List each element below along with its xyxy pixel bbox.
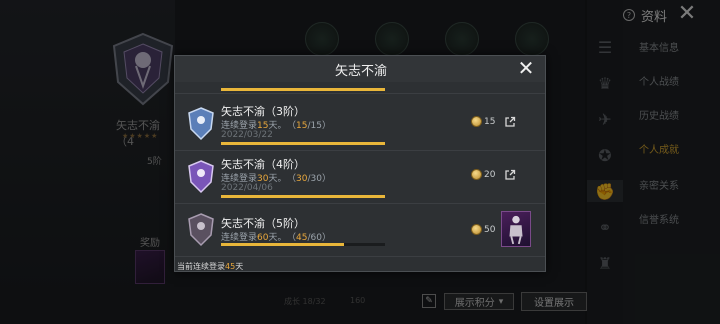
tier-emblem-icon [188,160,214,194]
tier-progress: （15/15） [287,121,331,131]
list-item: 矢志不渝（5阶） 连续登录60天。 （45/60） 50 [175,205,545,257]
share-icon[interactable] [504,116,516,128]
close-icon[interactable]: ✕ [515,57,537,79]
current-streak: 当前连续登录45天 [175,261,545,271]
tier-title: 矢志不渝（5阶） [221,217,305,230]
tier-list[interactable]: 矢志不渝（3阶） 连续登录15天。 （15/15） 2022/03/22 15 … [175,82,545,262]
list-item: 矢志不渝（3阶） 连续登录15天。 （15/15） 2022/03/22 15 [175,99,545,151]
coin-icon [471,169,482,180]
points: 50 [471,224,495,235]
coin-icon [471,224,482,235]
tier-requirement: 连续登录60天。 [221,233,287,243]
outfit-icon [509,215,523,245]
points: 15 [471,116,495,127]
progress-bar [221,195,385,198]
list-item: 矢志不渝（4阶） 连续登录30天。 （30/30） 2022/04/06 20 [175,152,545,204]
share-icon[interactable] [504,169,516,181]
progress-bar [221,243,385,246]
progress-bar [221,88,385,91]
tier-date: 2022/04/06 [221,183,273,193]
tier-emblem-icon [188,107,214,141]
tier-date: 2022/03/22 [221,130,273,140]
tier-title: 矢志不渝（4阶） [221,158,305,171]
list-item [175,82,545,94]
reward-thumbnail[interactable] [501,211,531,247]
progress-bar [221,142,385,145]
tier-progress: （45/60） [287,233,331,243]
coin-icon [471,116,482,127]
achievement-tiers-dialog: 矢志不渝 ✕ 矢志不渝（3阶） 连续登录15天。 （15/15） 2022/03… [174,55,546,272]
tier-title: 矢志不渝（3阶） [221,105,305,118]
tier-emblem-icon [188,213,214,247]
dialog-header: 矢志不渝 ✕ [175,56,545,82]
tier-progress: （30/30） [287,174,331,184]
points: 20 [471,169,495,180]
dialog-title: 矢志不渝 [334,63,387,79]
